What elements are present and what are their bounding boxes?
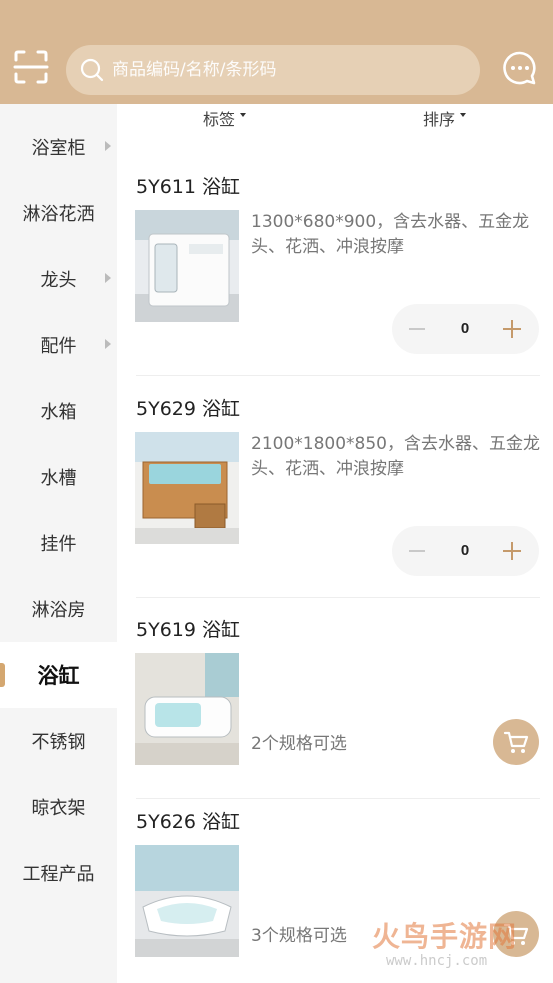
sidebar-item-label: 龙头 — [40, 270, 77, 291]
sidebar-item-bathroom-cabinet[interactable]: 浴室柜 — [0, 114, 117, 180]
sidebar-item-label: 浴室柜 — [31, 138, 86, 159]
caret-down-icon — [240, 113, 247, 117]
sidebar-item-label: 水槽 — [40, 468, 77, 489]
product-image[interactable] — [135, 653, 239, 765]
sidebar-item-accessories[interactable]: 配件 — [0, 312, 117, 378]
sidebar-item-pendant[interactable]: 挂件 — [0, 510, 117, 576]
top-header — [0, 0, 553, 104]
tag-filter-label: 标签 — [203, 110, 236, 129]
sidebar-item-label: 淋浴花洒 — [22, 204, 95, 225]
minus-icon[interactable] — [406, 304, 428, 354]
sidebar-item-faucet[interactable]: 龙头 — [0, 246, 117, 312]
product-title: 5Y626 浴缸 — [136, 811, 240, 833]
sidebar-item-label: 浴缸 — [37, 664, 80, 688]
caret-right-icon — [105, 141, 111, 151]
quantity-value[interactable]: 0 — [448, 526, 482, 576]
minus-icon[interactable] — [406, 526, 428, 576]
sort-filter-label: 排序 — [423, 110, 456, 129]
divider — [136, 798, 540, 799]
sidebar-item-shower-room[interactable]: 淋浴房 — [0, 576, 117, 642]
plus-icon[interactable] — [500, 304, 524, 354]
active-indicator — [0, 663, 5, 687]
sidebar-item-label: 淋浴房 — [31, 600, 86, 621]
scan-icon[interactable] — [12, 48, 50, 86]
spec-count: 2个规格可选 — [251, 734, 347, 754]
caret-right-icon — [105, 273, 111, 283]
sidebar-item-label: 晾衣架 — [31, 798, 86, 819]
sidebar-item-stainless-steel[interactable]: 不锈钢 — [0, 708, 117, 774]
product-image[interactable] — [135, 432, 239, 544]
sort-filter-dropdown[interactable]: 排序 — [423, 106, 467, 130]
sidebar-item-bathtub[interactable]: 浴缸 — [0, 642, 117, 708]
watermark-logo: 火鸟手游网 www.hncj.com — [372, 915, 542, 975]
sidebar-item-label: 挂件 — [40, 534, 77, 555]
sidebar-item-shower[interactable]: 淋浴花洒 — [0, 180, 117, 246]
product-image[interactable] — [135, 210, 239, 322]
sidebar-item-clothes-rack[interactable]: 晾衣架 — [0, 774, 117, 840]
sidebar-item-label: 配件 — [40, 336, 77, 357]
category-sidebar: 浴室柜 淋浴花洒 龙头 配件 水箱 水槽 挂件 淋浴房 浴缸 不锈钢 晾衣架 工… — [0, 104, 117, 983]
sidebar-item-label: 不锈钢 — [31, 732, 86, 753]
product-description: 2100*1800*850，含去水器、五金龙头、花洒、冲浪按摩 — [251, 434, 540, 479]
product-card[interactable]: 5Y619 浴缸 2个规格可选 — [117, 615, 553, 799]
sidebar-item-label: 水箱 — [40, 402, 77, 423]
divider — [136, 375, 540, 376]
search-bar[interactable] — [66, 45, 480, 95]
product-title: 5Y619 浴缸 — [136, 619, 240, 641]
product-description: 1300*680*900，含去水器、五金龙头、花洒、冲浪按摩 — [251, 212, 530, 257]
quantity-stepper: 0 — [392, 304, 539, 354]
tag-filter-dropdown[interactable]: 标签 — [203, 106, 247, 130]
caret-right-icon — [105, 339, 111, 349]
search-input[interactable] — [112, 45, 467, 95]
watermark-text: 火鸟手游网 — [372, 920, 518, 953]
watermark-url: www.hncj.com — [386, 953, 488, 969]
divider — [136, 597, 540, 598]
filter-bar: 标签 排序 — [117, 104, 553, 134]
cart-icon — [503, 731, 529, 753]
product-card[interactable]: 5Y629 浴缸 2100*1800*850，含去水器、五金龙头、花洒、冲浪按摩… — [117, 394, 553, 598]
sidebar-item-label: 工程产品 — [22, 864, 95, 885]
product-image[interactable] — [135, 845, 239, 957]
caret-down-icon — [460, 113, 467, 117]
add-to-cart-button[interactable] — [493, 719, 539, 765]
sidebar-item-engineering[interactable]: 工程产品 — [0, 840, 117, 906]
message-icon[interactable] — [502, 50, 538, 86]
product-card[interactable]: 5Y611 浴缸 1300*680*900，含去水器、五金龙头、花洒、冲浪按摩 … — [117, 172, 553, 376]
search-icon — [80, 58, 104, 82]
sidebar-item-sink[interactable]: 水槽 — [0, 444, 117, 510]
quantity-stepper: 0 — [392, 526, 539, 576]
sidebar-item-water-tank[interactable]: 水箱 — [0, 378, 117, 444]
product-title: 5Y629 浴缸 — [136, 398, 240, 420]
plus-icon[interactable] — [500, 526, 524, 576]
quantity-value[interactable]: 0 — [448, 304, 482, 354]
product-title: 5Y611 浴缸 — [136, 176, 240, 198]
spec-count: 3个规格可选 — [251, 926, 347, 946]
